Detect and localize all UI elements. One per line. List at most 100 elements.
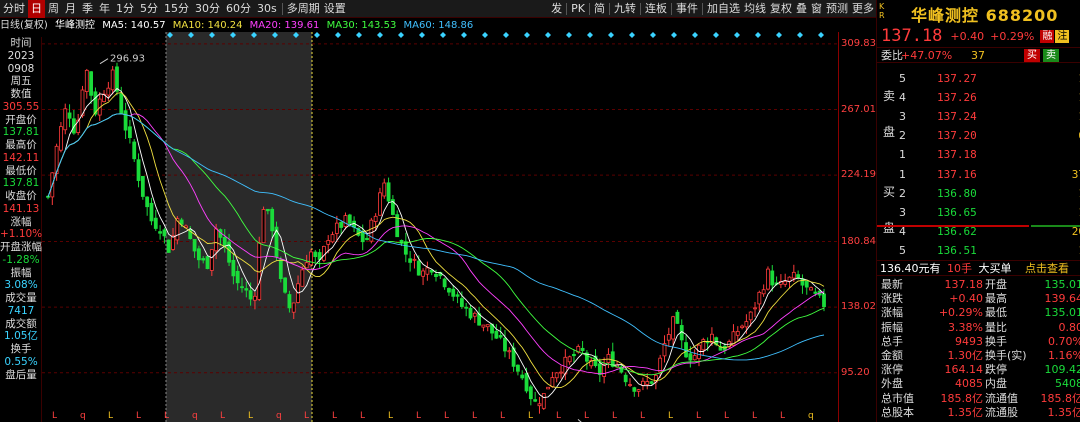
data-label-6: 涨幅 bbox=[10, 215, 32, 228]
legend-period[interactable]: 日线(复权) bbox=[0, 20, 48, 31]
candle-body bbox=[140, 175, 145, 197]
toolbar-btn-3[interactable]: 九转 bbox=[612, 0, 638, 18]
event-marker-icon bbox=[797, 32, 803, 38]
order-book: 卖盘 买盘 5137.2714137.2613137.2412137.20611… bbox=[877, 65, 1080, 260]
bid-row[interactable]: 2136.801 bbox=[877, 184, 1080, 203]
legend-ma5: MA5: 140.57 bbox=[102, 20, 166, 31]
ask-level: 3 bbox=[899, 110, 906, 123]
candle-body bbox=[559, 371, 563, 374]
stat-row: 总市值 185.8亿 流通值 185.8亿 bbox=[877, 392, 1080, 406]
note-tag[interactable]: 注 bbox=[1055, 29, 1070, 43]
event-marker-icon bbox=[377, 32, 383, 38]
stat-value: +0.29% bbox=[938, 306, 983, 320]
ask-row[interactable]: 3137.241 bbox=[877, 107, 1080, 126]
toolbar-btn-4[interactable]: 连板 bbox=[643, 0, 669, 18]
candle-body bbox=[735, 331, 740, 336]
candle-body bbox=[567, 356, 572, 363]
toolbar-btn2-2[interactable]: 复权 bbox=[768, 0, 794, 18]
ask-price: 137.20 bbox=[937, 129, 977, 142]
period-tab-6[interactable]: 1分 bbox=[113, 0, 137, 18]
toolbar-btn2-6[interactable]: 更多 bbox=[850, 0, 876, 18]
period-tab-5[interactable]: 年 bbox=[96, 0, 113, 18]
multi-period-button[interactable]: 多周期 bbox=[285, 0, 322, 18]
period-tab-9[interactable]: 30分 bbox=[192, 0, 223, 18]
ask-row[interactable]: 4137.261 bbox=[877, 88, 1080, 107]
bid-row[interactable]: 3136.651 bbox=[877, 203, 1080, 222]
order-ratio-bar: 委比 +47.07% 37 买 卖 bbox=[877, 47, 1080, 63]
event-flag: L bbox=[640, 411, 645, 421]
data-label-4: 最低价 bbox=[5, 164, 37, 177]
period-tab-4[interactable]: 季 bbox=[79, 0, 96, 18]
data-window: 时间 2023 0908 周五 数值 305.55 开盘价 137.81 最高价 142.11 最低… bbox=[0, 37, 42, 422]
candle-body bbox=[748, 311, 753, 321]
period-tab-3[interactable]: 月 bbox=[62, 0, 79, 18]
big-order-hands: 10手 bbox=[947, 262, 972, 275]
ask-row[interactable]: 1 137.18 bbox=[877, 145, 1080, 164]
period-tab-2[interactable]: 周 bbox=[45, 0, 62, 18]
period-tab-1[interactable]: 日 bbox=[28, 0, 45, 18]
candle-body bbox=[106, 87, 111, 96]
event-flag: L bbox=[500, 411, 505, 421]
event-flag: L bbox=[220, 411, 225, 421]
candle-body bbox=[373, 215, 378, 222]
stat-key: 最高 bbox=[985, 292, 1007, 306]
candle-body bbox=[403, 241, 408, 255]
candle-body bbox=[472, 312, 477, 317]
data-label-0: 时间 bbox=[10, 37, 32, 49]
toolbar-btn2-4[interactable]: 窗 bbox=[809, 0, 824, 18]
ask-row[interactable]: 2137.206 bbox=[877, 126, 1080, 145]
toolbar-btn2-1[interactable]: 均线 bbox=[742, 0, 768, 18]
event-flag: L bbox=[472, 411, 477, 421]
sell-button[interactable]: 卖 bbox=[1043, 48, 1059, 62]
settings-button[interactable]: 设置 bbox=[322, 0, 348, 18]
stat-value: 137.18 bbox=[944, 278, 984, 291]
stat-row: 金额 1.30亿 换手(实) 1.16% bbox=[877, 349, 1080, 363]
event-flag: L bbox=[556, 411, 561, 421]
period-tab-0[interactable]: 分时 bbox=[0, 0, 28, 18]
stat-value: 164.14 bbox=[944, 363, 984, 377]
period-toolbar: 分时日周月季年 1分 5分 15分 30分 60分 30s 多周期 设置 发 PK 简九转 连板 事件 加自… bbox=[0, 0, 876, 18]
y-tick-label: 95.20 bbox=[841, 366, 870, 378]
legend-ma20: MA20: 139.61 bbox=[249, 20, 320, 31]
candle-body bbox=[533, 399, 538, 402]
candle-body bbox=[235, 270, 240, 284]
period-tab-7[interactable]: 5分 bbox=[137, 0, 161, 18]
buy-button[interactable]: 买 bbox=[1024, 48, 1040, 62]
candle-body bbox=[516, 364, 520, 372]
toolbar-btn-1[interactable]: PK bbox=[569, 0, 587, 18]
bid-row[interactable]: 1 137.16 37 bbox=[877, 165, 1080, 184]
candle-body bbox=[447, 287, 451, 293]
big-order-link[interactable]: 点击查看 bbox=[1025, 262, 1069, 275]
stat-key: 换手 bbox=[985, 334, 1007, 348]
candle-body bbox=[645, 381, 650, 385]
data-value3-0: 周五 bbox=[10, 75, 32, 88]
y-tick-label: 309.83 bbox=[841, 37, 876, 49]
stock-code: 688200 bbox=[985, 6, 1059, 25]
period-tab-10[interactable]: 60分 bbox=[223, 0, 254, 18]
toolbar-btn-2[interactable]: 简 bbox=[592, 0, 607, 18]
period-tab-11[interactable]: 30s bbox=[254, 0, 280, 18]
candle-body bbox=[322, 246, 326, 261]
candle-body bbox=[326, 240, 331, 245]
bid-row[interactable]: 5136.511 bbox=[877, 241, 1080, 260]
toolbar-btn-5[interactable]: 事件 bbox=[674, 0, 700, 18]
stat-key: 总市值 bbox=[881, 391, 914, 405]
data-value-11: 0.55% bbox=[4, 355, 38, 368]
candle-body bbox=[196, 248, 201, 261]
toolbar-btn2-3[interactable]: 叠 bbox=[794, 0, 809, 18]
candle-body bbox=[149, 202, 154, 222]
stat-row: 最新 137.18 开盘 135.01 bbox=[877, 278, 1080, 292]
toolbar-btn2-0[interactable]: 加自选 bbox=[705, 0, 742, 18]
event-marker-icon bbox=[524, 32, 530, 38]
candlestick-chart[interactable]: 296.9364.74LqLLLqLLqLLLLLLLLLLLLLLLLLLq bbox=[42, 32, 838, 422]
event-marker-icon bbox=[356, 32, 362, 38]
bid-volume: 20 bbox=[1071, 225, 1080, 238]
toolbar-btn-0[interactable]: 发 bbox=[549, 0, 564, 18]
ask-row[interactable]: 5137.271 bbox=[877, 69, 1080, 88]
toolbar-btn2-5[interactable]: 预测 bbox=[824, 0, 850, 18]
candle-body bbox=[766, 268, 770, 290]
period-tab-8[interactable]: 15分 bbox=[161, 0, 192, 18]
legend-ma10: MA10: 140.24 bbox=[172, 20, 243, 31]
event-marker-icon bbox=[335, 32, 341, 38]
bid-row[interactable]: 4 136.62 20 bbox=[877, 222, 1080, 241]
